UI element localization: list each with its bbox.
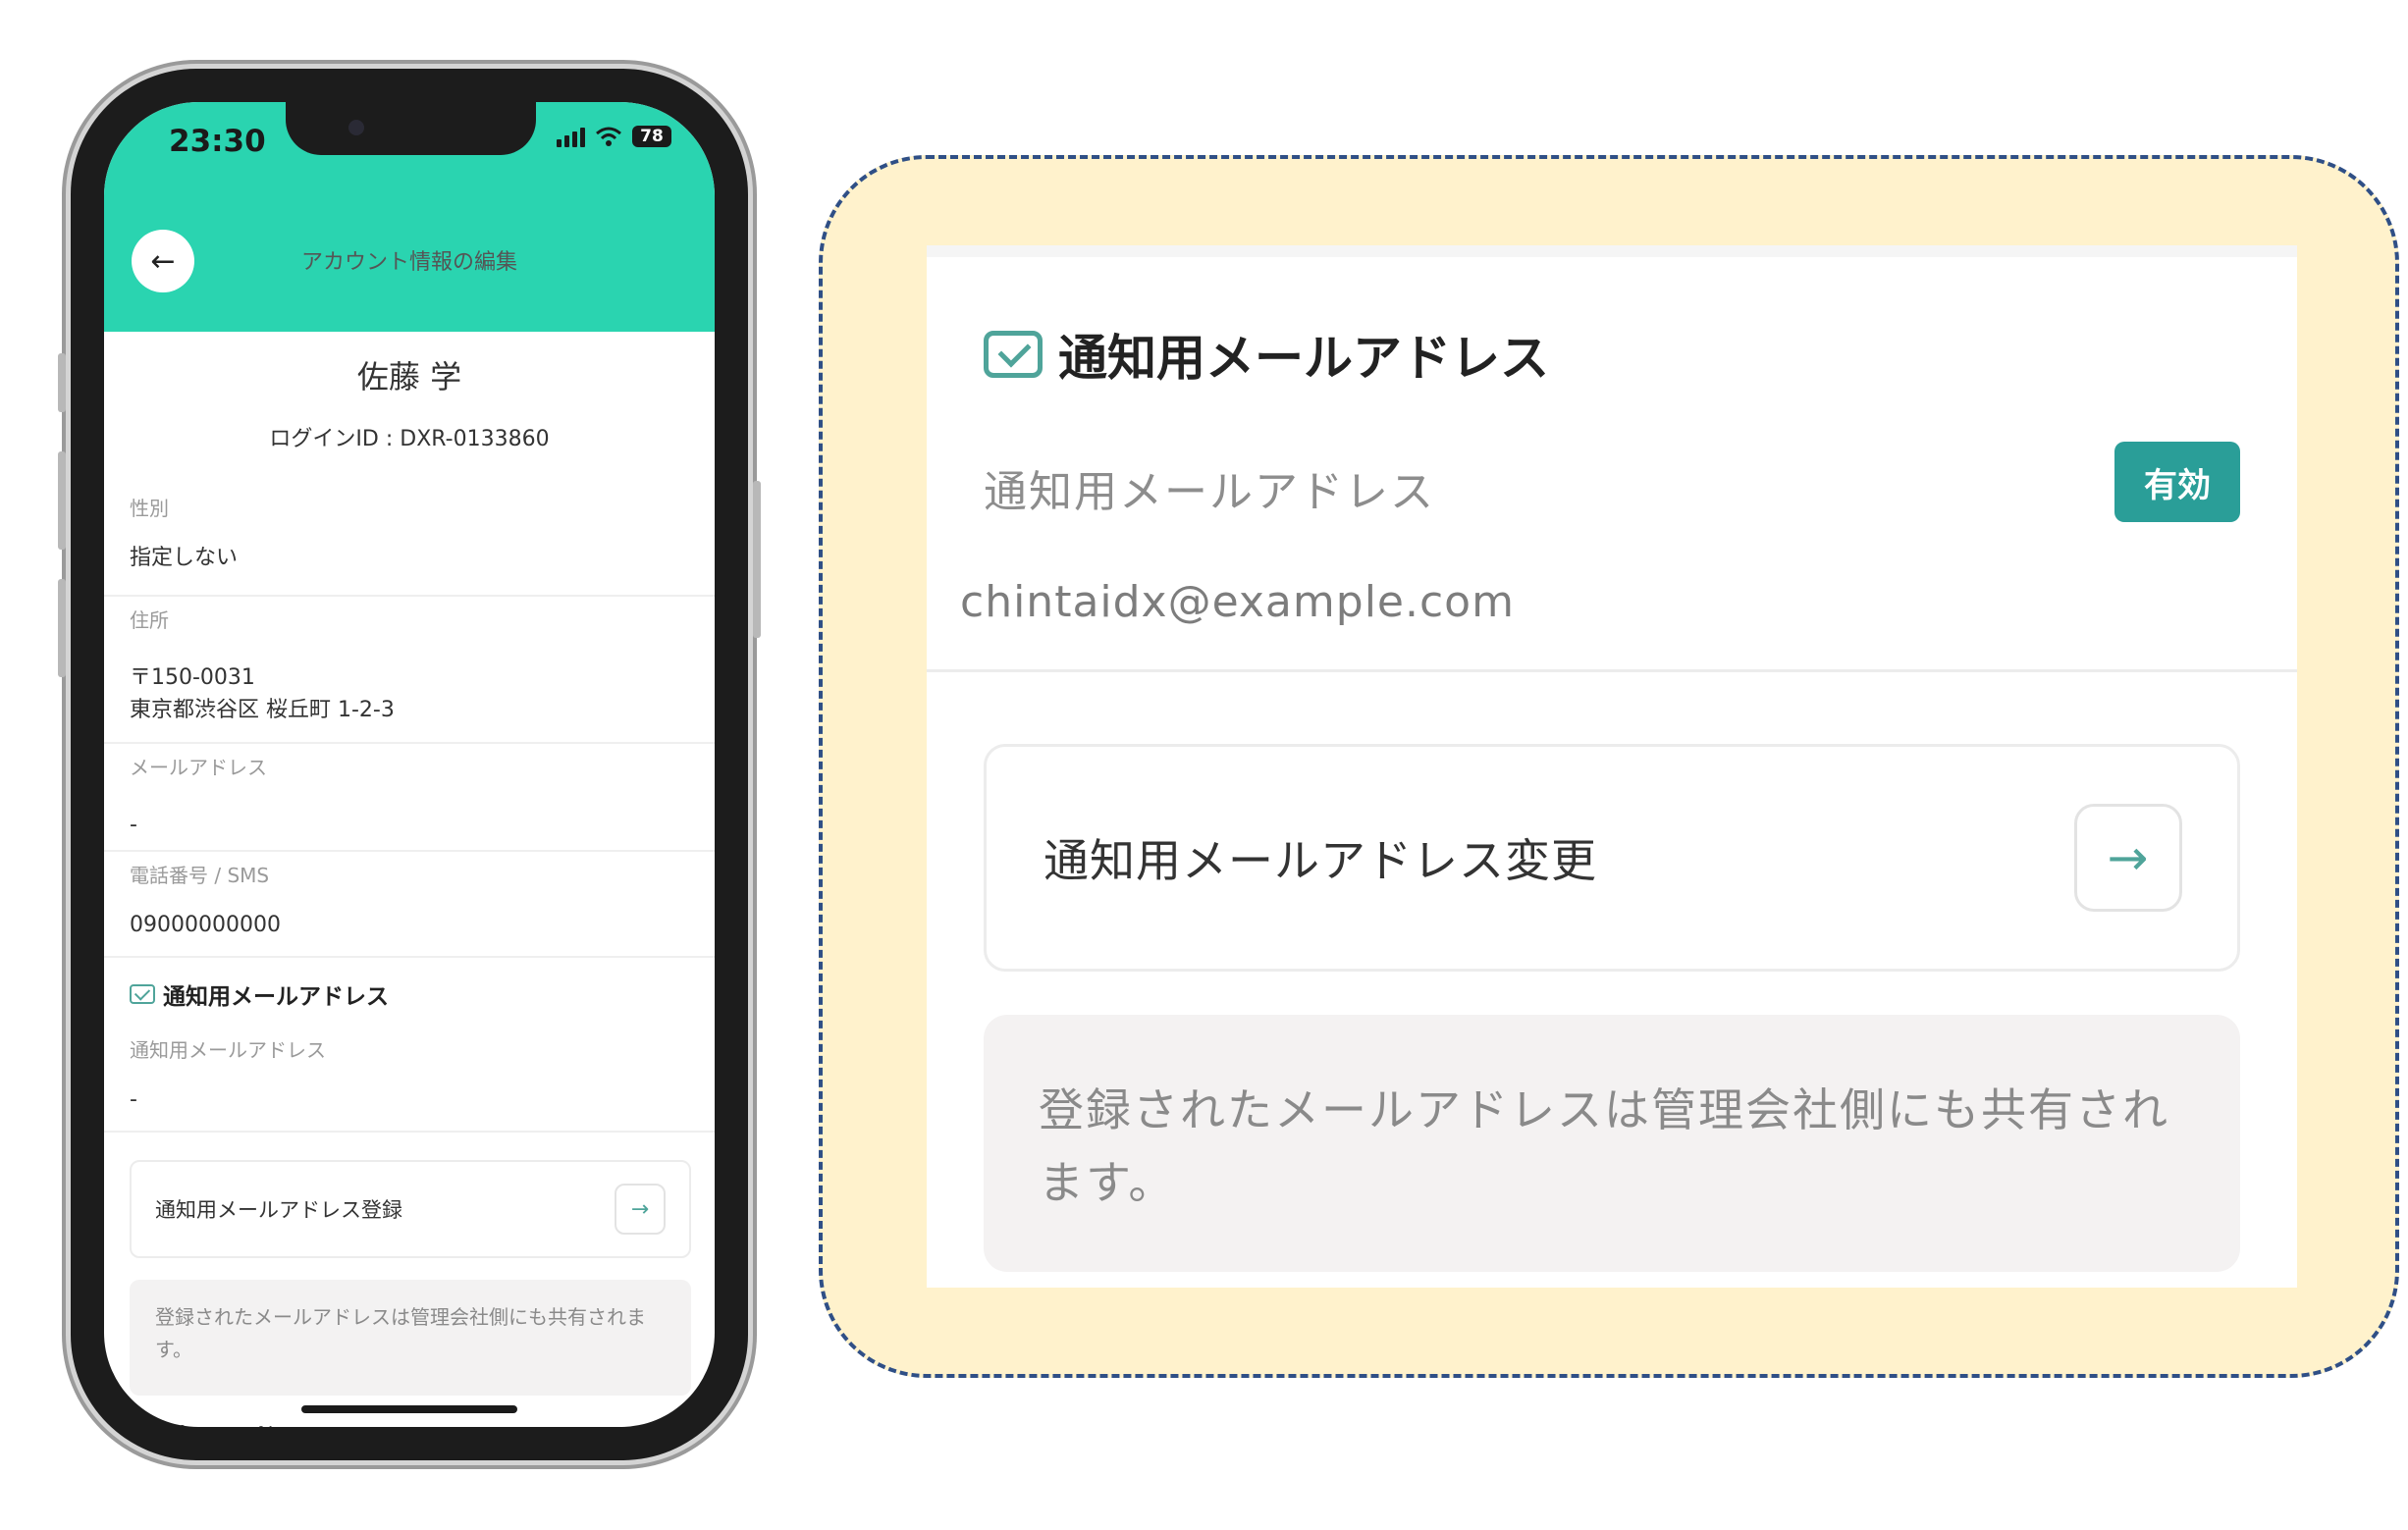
- header-bar: 23:30 78 ← アカウント情報の編集: [104, 102, 715, 332]
- top-edge: [927, 245, 2297, 257]
- zoom-detail: 通知用メールアドレス 通知用メールアドレス 有効 chintaidx@examp…: [927, 245, 2297, 1288]
- status-time: 23:30: [169, 124, 266, 159]
- notify-email-value: -: [130, 1087, 137, 1112]
- password-title: パスワード: [163, 1417, 276, 1427]
- zoom-notify-email: chintaidx@example.com: [960, 577, 1515, 627]
- field-value-address: 東京都渋谷区 桜丘町 1-2-3: [130, 698, 395, 722]
- field-value-email: -: [130, 813, 137, 837]
- field-value-gender: 指定しない: [130, 546, 239, 570]
- zoom-share-note: 登録されたメールアドレスは管理会社側にも共有されます。: [984, 1015, 2240, 1272]
- register-notify-email-label: 通知用メールアドレス登録: [155, 1198, 402, 1222]
- divider: [104, 956, 715, 958]
- divider: [927, 669, 2297, 672]
- nav-title: アカウント情報の編集: [300, 250, 517, 275]
- power-button: [753, 481, 761, 638]
- divider: [104, 1131, 715, 1133]
- status-badge: 有効: [2114, 442, 2240, 522]
- field-label-email: メールアドレス: [130, 756, 267, 779]
- login-id: ログインID : DXR-0133860: [269, 427, 550, 451]
- volume-down-button: [58, 579, 66, 677]
- notch: [286, 102, 536, 155]
- divider: [104, 595, 715, 597]
- signal-icon: [557, 126, 585, 147]
- divider: [104, 850, 715, 852]
- field-label-address: 住所: [130, 608, 169, 632]
- share-note: 登録されたメールアドレスは管理会社側にも共有されます。: [130, 1280, 691, 1396]
- user-name: 佐藤 学: [356, 358, 462, 396]
- register-notify-email-button[interactable]: 通知用メールアドレス登録 →: [130, 1160, 691, 1258]
- mail-icon: [130, 984, 155, 1004]
- battery-icon: 78: [632, 126, 671, 147]
- status-icons: 78: [557, 126, 671, 147]
- field-label-gender: 性別: [130, 497, 169, 520]
- arrow-right-icon: →: [2074, 804, 2182, 912]
- arrow-right-icon: →: [615, 1184, 666, 1235]
- zoom-notify-label: 通知用メールアドレス: [984, 467, 1435, 517]
- volume-up-button: [58, 451, 66, 550]
- notify-email-label: 通知用メールアドレス: [130, 1038, 326, 1062]
- wifi-icon: [596, 127, 621, 146]
- notify-email-title: 通知用メールアドレス: [163, 984, 389, 1010]
- mail-icon: [984, 331, 1043, 378]
- field-label-phone: 電話番号 / SMS: [130, 864, 270, 887]
- divider: [104, 742, 715, 744]
- zoom-notify-heading: 通知用メールアドレス: [984, 319, 1549, 390]
- mute-switch: [58, 353, 66, 412]
- field-value-phone: 09000000000: [130, 913, 281, 937]
- phone-frame: 23:30 78 ← アカウント情報の編集 佐藤 学 ログインID : DXR-…: [58, 69, 761, 1460]
- field-value-postal: 〒150-0031: [130, 665, 255, 690]
- change-notify-email-button[interactable]: 通知用メールアドレス変更 →: [984, 744, 2240, 972]
- phone-screen: 23:30 78 ← アカウント情報の編集 佐藤 学 ログインID : DXR-…: [104, 102, 715, 1427]
- home-indicator: [301, 1405, 517, 1413]
- password-heading: パスワード: [130, 1417, 276, 1427]
- change-notify-email-label: 通知用メールアドレス変更: [1043, 834, 1597, 887]
- zoom-notify-title: 通知用メールアドレス: [1058, 330, 1549, 387]
- camera: [348, 120, 364, 135]
- notify-email-heading: 通知用メールアドレス: [130, 977, 389, 1011]
